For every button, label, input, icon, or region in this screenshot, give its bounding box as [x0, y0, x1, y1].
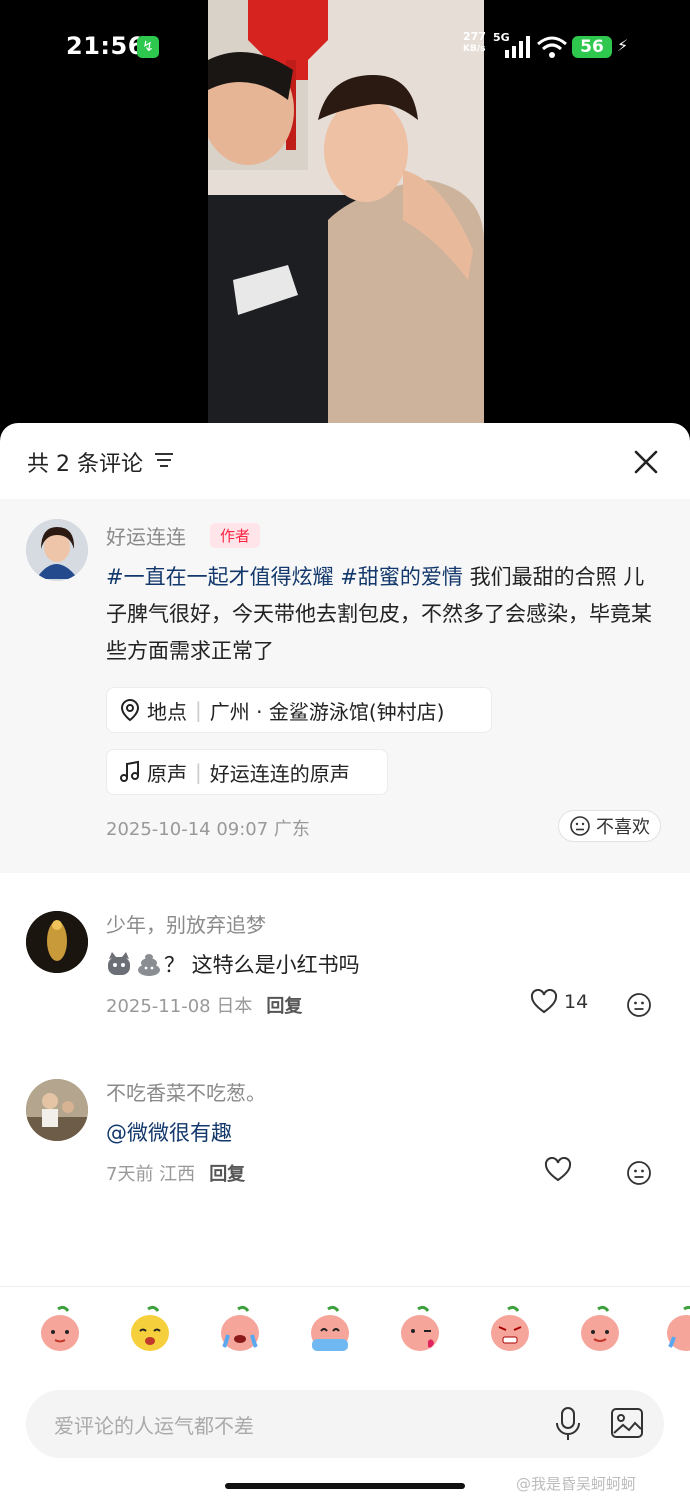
comment-count-title: 共 2 条评论 [27, 452, 143, 477]
commenter-name[interactable]: 不吃香菜不吃葱。 [106, 1077, 266, 1106]
peach-sad-icon[interactable] [664, 1305, 690, 1353]
hashtag-link[interactable]: #甜蜜的爱情 [340, 565, 463, 589]
author-comment-meta: 2025-10-14 09:07 广东 [106, 819, 310, 840]
signal-icon [505, 36, 530, 58]
author-comment: 好运连连 作者 #一直在一起才值得炫耀 #甜蜜的爱情 我们最甜的合照 儿子脾气很… [0, 499, 690, 873]
battery-charging-icon: ⚡ [617, 36, 629, 55]
like-count: 14 [564, 991, 589, 1013]
location-pin-icon [120, 698, 140, 722]
wifi-icon [537, 36, 567, 58]
battery-icon: 56 [572, 36, 612, 58]
filter-icon[interactable] [155, 451, 175, 469]
image-icon[interactable] [610, 1406, 644, 1440]
commenter-name[interactable]: 少年，别放弃追梦 [106, 909, 266, 938]
reply-button[interactable]: 回复 [266, 996, 302, 1017]
peach-angry-icon[interactable] [488, 1305, 532, 1353]
comment-item: 不吃香菜不吃葱。 @微微很有趣 7天前 江西 回复 [0, 1061, 690, 1211]
location-chip[interactable]: 地点 | 广州 · 金鲨游泳馆(钟村店) [106, 687, 492, 733]
comment-text: ？ 这特么是小红书吗 [106, 949, 360, 979]
comment-input-placeholder: 爱评论的人运气都不差 [54, 1414, 254, 1438]
charging-icon: ↯ [137, 36, 159, 58]
like-button[interactable] [544, 1157, 578, 1183]
heart-icon [530, 989, 558, 1014]
comment-meta: 7天前 江西 回复 [106, 1164, 246, 1185]
avatar[interactable] [26, 519, 88, 581]
emoji-bar [0, 1286, 690, 1377]
avatar[interactable] [26, 911, 88, 973]
watermark: @我是昏吴蚵蚵蚵 [516, 1475, 637, 1493]
author-badge: 作者 [210, 523, 261, 548]
mention-link[interactable]: @微微很有趣 [106, 1117, 232, 1147]
dislike-face-icon[interactable] [626, 992, 652, 1018]
poop-emoji-icon [138, 954, 160, 976]
author-comment-text: #一直在一起才值得炫耀 #甜蜜的爱情 我们最甜的合照 儿子脾气很好，今天带他去割… [106, 565, 652, 663]
cat-emoji-icon [108, 952, 130, 975]
home-indicator[interactable] [225, 1483, 465, 1489]
comment-meta: 2025-11-08 日本 回复 [106, 996, 303, 1017]
net-speed: 277 KB/s [463, 30, 486, 55]
status-time: 21:56 [66, 32, 145, 60]
status-bar: 21:56 ↯ 277 KB/s 5G 56 ⚡ [0, 0, 690, 90]
comment-input[interactable]: 爱评论的人运气都不差 [26, 1390, 664, 1458]
comment-item: 少年，别放弃追梦 ？ 这特么是小红书吗 2025-11-08 日本 回复 14 [0, 893, 690, 1043]
mic-icon[interactable] [554, 1406, 582, 1442]
dislike-face-icon[interactable] [626, 1160, 652, 1186]
author-name[interactable]: 好运连连 [106, 521, 186, 550]
reply-button[interactable]: 回复 [209, 1164, 245, 1185]
close-icon[interactable] [632, 448, 660, 476]
hashtag-link[interactable]: #一直在一起才值得炫耀 [106, 565, 334, 589]
peach-cry-icon[interactable] [218, 1305, 262, 1353]
peach-smile-icon[interactable] [578, 1305, 622, 1353]
yellow-happy-icon[interactable] [128, 1305, 172, 1353]
neutral-face-icon [570, 816, 590, 836]
music-note-icon [120, 760, 139, 782]
sound-chip[interactable]: 原声 | 好运连连的原声 [106, 749, 388, 795]
comment-text: @微微很有趣 [106, 1117, 232, 1147]
peach-wink-icon[interactable] [398, 1305, 442, 1353]
like-button[interactable]: 14 [530, 989, 588, 1015]
heart-icon [544, 1157, 572, 1182]
peach-shy-icon[interactable] [38, 1305, 82, 1353]
comments-header: 共 2 条评论 [0, 423, 690, 499]
peach-cover-eyes-icon[interactable] [308, 1305, 352, 1353]
avatar[interactable] [26, 1079, 88, 1141]
dislike-button[interactable]: 不喜欢 [558, 810, 661, 842]
